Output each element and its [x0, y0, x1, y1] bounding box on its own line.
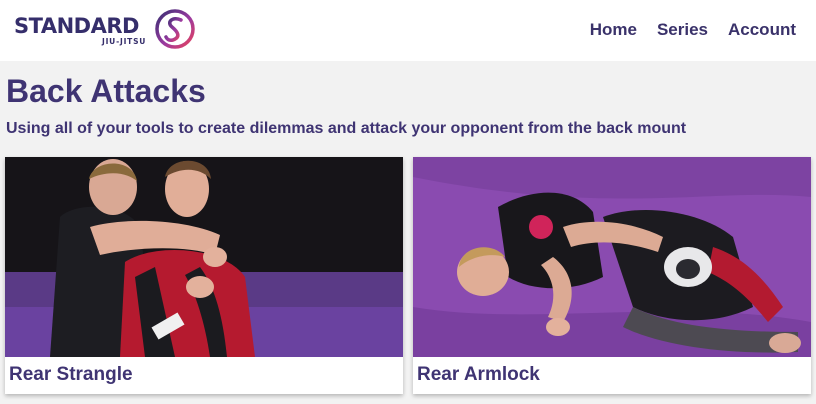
nav-home-link[interactable]: Home [590, 19, 637, 41]
video-card-rear-armlock[interactable]: Rear Armlock [413, 157, 811, 394]
card-title-rear-strangle[interactable]: Rear Strangle [9, 363, 133, 387]
nav-account-link[interactable]: Account [728, 19, 796, 41]
video-card-rear-strangle[interactable]: Rear Strangle [5, 157, 403, 394]
logo-wordmark: STANDARD [14, 14, 139, 38]
video-thumbnail-rear-armlock[interactable] [413, 157, 811, 357]
logo-s-mark-icon [155, 9, 195, 49]
site-logo[interactable]: STANDARD JIU-JITSU [14, 8, 198, 52]
logo-tagline: JIU-JITSU [102, 37, 147, 46]
card-title-rear-armlock[interactable]: Rear Armlock [417, 363, 540, 387]
rear-strangle-photo [5, 157, 403, 357]
nav-series-link[interactable]: Series [657, 19, 708, 41]
page-title: Back Attacks [6, 73, 206, 109]
top-navbar: STANDARD JIU-JITSU Home Series Account [0, 0, 816, 61]
rear-armlock-photo [413, 157, 811, 357]
video-thumbnail-rear-strangle[interactable] [5, 157, 403, 357]
page-subtitle: Using all of your tools to create dilemm… [6, 120, 687, 137]
main-nav: Home Series Account [590, 19, 796, 41]
